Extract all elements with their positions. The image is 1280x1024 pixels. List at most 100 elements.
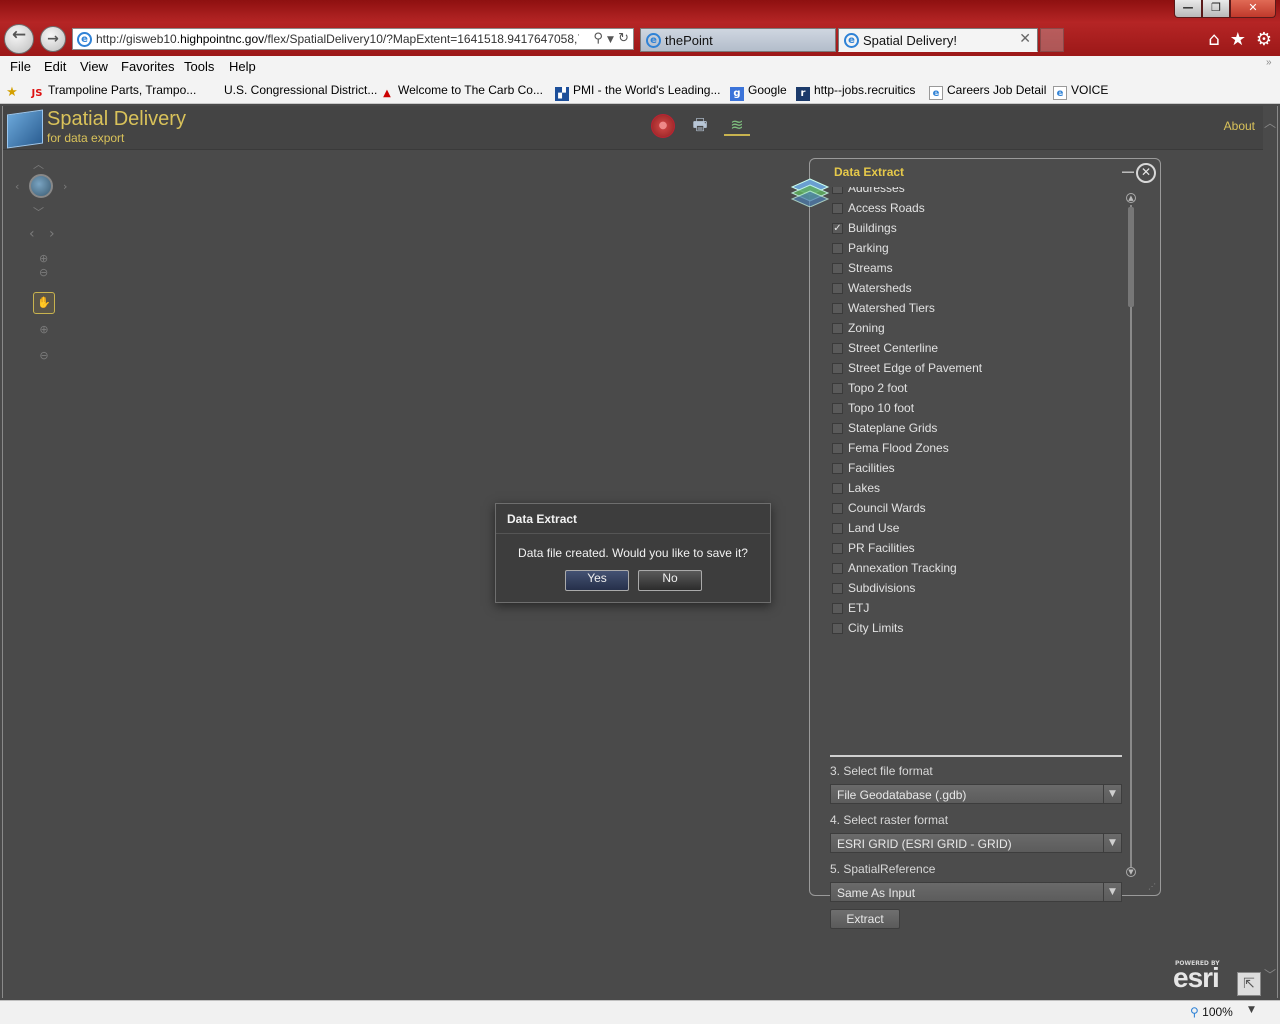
layer-item[interactable]: Fema Flood Zones: [830, 439, 1126, 459]
layer-item[interactable]: ✓ Buildings: [830, 219, 1126, 239]
chevron-down-icon[interactable]: ▼: [1103, 883, 1121, 901]
favorite-link[interactable]: U.S. Congressional District...: [224, 83, 377, 97]
close-tab-icon[interactable]: ✕: [1019, 31, 1031, 47]
chevron-down-icon[interactable]: ▼: [1103, 834, 1121, 852]
extract-button[interactable]: Extract: [830, 909, 900, 929]
favorite-link[interactable]: ▲ Welcome to The Carb Co...: [380, 83, 543, 101]
zoom-in-icon[interactable]: ⊕: [39, 252, 48, 265]
layer-checkbox[interactable]: [832, 543, 843, 554]
zoom-level[interactable]: ⚲ 100%: [1190, 1005, 1233, 1019]
layer-checkbox[interactable]: [832, 263, 843, 274]
minimize-button[interactable]: —: [1174, 0, 1202, 18]
layer-item[interactable]: Street Centerline: [830, 339, 1126, 359]
about-link[interactable]: About: [1224, 119, 1255, 133]
favorite-link[interactable]: e Careers Job Detail: [929, 83, 1046, 100]
favorites-star-add-icon[interactable]: ★: [5, 83, 23, 100]
layer-checkbox[interactable]: [832, 583, 843, 594]
dropdown-icon[interactable]: ▼: [607, 35, 614, 45]
maximize-button[interactable]: ❐: [1202, 0, 1230, 18]
layer-item[interactable]: Street Edge of Pavement: [830, 359, 1126, 379]
layer-item[interactable]: Council Wards: [830, 499, 1126, 519]
chevron-down-icon[interactable]: ▼: [1103, 785, 1121, 803]
layer-checkbox[interactable]: [832, 283, 843, 294]
home-icon[interactable]: ⌂: [1208, 29, 1219, 50]
layer-item[interactable]: Facilities: [830, 459, 1126, 479]
layer-checkbox[interactable]: [832, 523, 843, 534]
layer-item[interactable]: Topo 10 foot: [830, 399, 1126, 419]
pan-left-icon[interactable]: ‹: [15, 180, 19, 193]
layer-checkbox[interactable]: [832, 623, 843, 634]
zoom-dropdown-icon[interactable]: ▼: [1248, 1005, 1255, 1015]
layer-checkbox[interactable]: [832, 187, 843, 194]
raster-format-select[interactable]: ESRI GRID (ESRI GRID - GRID) ▼: [830, 833, 1122, 853]
layer-item[interactable]: Watershed Tiers: [830, 299, 1126, 319]
layer-item[interactable]: City Limits: [830, 619, 1126, 639]
layer-item[interactable]: Zoning: [830, 319, 1126, 339]
layer-checkbox[interactable]: [832, 503, 843, 514]
page-scrollbar[interactable]: ︿ ﹀: [1263, 114, 1277, 994]
layer-item[interactable]: Stateplane Grids: [830, 419, 1126, 439]
layers-widget-icon[interactable]: ≋: [724, 114, 750, 136]
next-extent-icon[interactable]: ›: [49, 226, 55, 242]
close-window-button[interactable]: ✕: [1230, 0, 1276, 18]
forward-button[interactable]: →: [40, 26, 66, 52]
scroll-down-icon[interactable]: ﹀: [1263, 966, 1277, 983]
layer-checkbox[interactable]: [832, 423, 843, 434]
menu-edit[interactable]: Edit: [44, 59, 66, 74]
layer-checkbox[interactable]: [832, 463, 843, 474]
menu-view[interactable]: View: [80, 59, 108, 74]
pan-right-icon[interactable]: ›: [63, 180, 67, 193]
print-icon[interactable]: 🖶: [687, 114, 713, 136]
layer-checkbox[interactable]: [832, 383, 843, 394]
menu-file[interactable]: File: [10, 59, 31, 74]
layer-checkbox[interactable]: [832, 563, 843, 574]
pan-up-icon[interactable]: ︿: [33, 156, 44, 172]
yes-button[interactable]: Yes: [565, 570, 629, 591]
layer-checkbox[interactable]: [832, 483, 843, 494]
layer-item[interactable]: Annexation Tracking: [830, 559, 1126, 579]
scroll-up-icon[interactable]: ▲: [1126, 193, 1136, 203]
scroll-thumb[interactable]: [1128, 207, 1134, 307]
panel-scrollbar[interactable]: ▲ ▼: [1126, 193, 1136, 877]
layer-checkbox[interactable]: [832, 443, 843, 454]
layer-item[interactable]: Subdivisions: [830, 579, 1126, 599]
close-panel-button[interactable]: ✕: [1136, 163, 1156, 183]
record-stop-icon[interactable]: ●: [651, 114, 675, 138]
layer-checkbox[interactable]: [832, 603, 843, 614]
favorite-link[interactable]: JS Trampoline Parts, Trampo...: [30, 83, 197, 101]
no-button[interactable]: No: [638, 570, 702, 591]
tab-spatial-delivery[interactable]: e Spatial Delivery! ✕: [838, 28, 1038, 52]
refresh-icon[interactable]: ↻: [618, 31, 629, 46]
back-button[interactable]: ←: [4, 24, 34, 54]
pan-hand-icon[interactable]: ✋: [33, 292, 55, 314]
zoom-out-tool-icon[interactable]: ⊖: [33, 346, 55, 368]
address-bar[interactable]: e http://gisweb10.highpointnc.gov/flex/S…: [72, 28, 634, 50]
menu-overflow-icon[interactable]: »: [1266, 57, 1272, 68]
tab-thepoint[interactable]: e thePoint: [640, 28, 836, 52]
layer-checkbox[interactable]: [832, 403, 843, 414]
layer-item[interactable]: Parking: [830, 239, 1126, 259]
menu-tools[interactable]: Tools: [184, 59, 214, 74]
layer-item[interactable]: Land Use: [830, 519, 1126, 539]
new-tab-button[interactable]: [1040, 28, 1064, 52]
spatial-reference-select[interactable]: Same As Input ▼: [830, 882, 1122, 902]
layer-item[interactable]: Topo 2 foot: [830, 379, 1126, 399]
resize-grip-icon[interactable]: ⋰: [1148, 882, 1156, 891]
overview-map-toggle-icon[interactable]: ⇱: [1237, 972, 1261, 996]
layer-checkbox[interactable]: [832, 363, 843, 374]
favorites-star-icon[interactable]: ★: [1230, 29, 1246, 50]
favorite-link[interactable]: r http--jobs.recruitics: [796, 83, 915, 101]
layer-checkbox[interactable]: [832, 323, 843, 334]
settings-gear-icon[interactable]: ⚙: [1256, 29, 1272, 50]
zoom-in-tool-icon[interactable]: ⊕: [33, 320, 55, 342]
layer-item[interactable]: Access Roads: [830, 199, 1126, 219]
zoom-out-icon[interactable]: ⊖: [39, 266, 48, 279]
pan-down-icon[interactable]: ﹀: [33, 204, 44, 220]
layer-item[interactable]: Streams: [830, 259, 1126, 279]
globe-full-extent-icon[interactable]: [29, 174, 53, 198]
favorite-link[interactable]: ▞ PMI - the World's Leading...: [555, 83, 720, 101]
favorite-link[interactable]: e VOICE: [1053, 83, 1108, 100]
layer-checkbox[interactable]: [832, 203, 843, 214]
layer-item[interactable]: PR Facilities: [830, 539, 1126, 559]
layer-checkbox[interactable]: ✓: [832, 223, 843, 234]
